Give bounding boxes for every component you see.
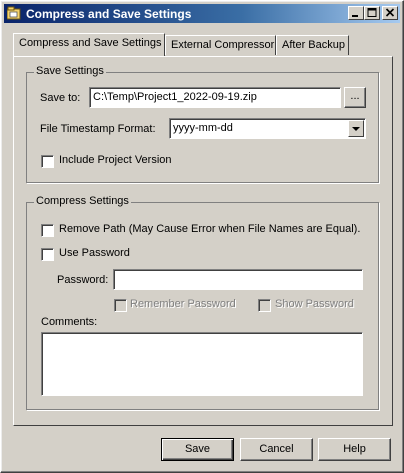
app-icon	[6, 6, 22, 20]
compress-settings-group: Compress Settings Remove Path (May Cause…	[26, 195, 379, 410]
show-password-checkbox[interactable]	[258, 299, 271, 312]
use-password-checkbox[interactable]	[41, 248, 54, 261]
dialog-window: Compress and Save Settings Compress and …	[0, 0, 404, 473]
remove-path-checkbox[interactable]	[41, 224, 54, 237]
browse-button[interactable]: ...	[344, 87, 366, 108]
tab-label: Compress and Save Settings	[19, 37, 162, 49]
save-to-label: Save to:	[40, 92, 81, 104]
close-button[interactable]	[382, 6, 398, 20]
include-version-checkbox[interactable]	[41, 155, 54, 168]
maximize-button[interactable]	[364, 6, 380, 20]
tab-compress-save-settings[interactable]: Compress and Save Settings	[13, 33, 165, 56]
save-to-input[interactable]: C:\Temp\Project1_2022-09-19.zip	[89, 87, 341, 108]
tab-external-compressor[interactable]: External Compressor	[165, 35, 276, 55]
cancel-button-label: Cancel	[259, 443, 294, 455]
save-button[interactable]: Save	[161, 438, 234, 461]
remember-password-checkbox[interactable]	[114, 299, 127, 312]
password-label: Password:	[57, 274, 109, 286]
save-button-label: Save	[184, 443, 211, 455]
help-button-label: Help	[343, 443, 366, 455]
tab-after-backup[interactable]: After Backup	[276, 35, 349, 55]
title-bar[interactable]: Compress and Save Settings	[4, 4, 400, 23]
password-input[interactable]	[113, 269, 363, 290]
help-button[interactable]: Help	[318, 438, 391, 461]
comments-textarea[interactable]	[41, 332, 363, 396]
compress-settings-legend: Compress Settings	[34, 195, 131, 207]
remove-path-label: Remove Path (May Cause Error when File N…	[59, 223, 361, 235]
show-password-label: Show Password	[275, 298, 354, 310]
tab-label: External Compressor	[171, 39, 275, 51]
minimize-button[interactable]	[348, 6, 364, 20]
timestamp-format-select[interactable]: yyyy-mm-dd	[169, 118, 366, 139]
comments-label: Comments:	[41, 316, 98, 328]
save-settings-group: Save Settings Save to: C:\Temp\Project1_…	[26, 65, 379, 183]
save-settings-legend: Save Settings	[34, 65, 106, 77]
cancel-button[interactable]: Cancel	[240, 438, 313, 461]
minimize-icon	[352, 15, 358, 17]
maximize-icon	[367, 8, 377, 17]
tab-label: After Backup	[282, 39, 345, 51]
chevron-down-icon	[352, 127, 360, 131]
close-icon	[385, 8, 395, 17]
include-version-label: Include Project Version	[59, 154, 172, 166]
timestamp-format-label: File Timestamp Format:	[40, 123, 156, 135]
timestamp-format-value: yyyy-mm-dd	[173, 122, 233, 134]
window-title: Compress and Save Settings	[26, 7, 192, 21]
save-to-value: C:\Temp\Project1_2022-09-19.zip	[93, 91, 257, 103]
browse-label: ...	[350, 90, 360, 102]
tab-panel: Save Settings Save to: C:\Temp\Project1_…	[13, 56, 393, 426]
use-password-label: Use Password	[59, 247, 130, 259]
dropdown-button[interactable]	[348, 120, 364, 137]
remember-password-label: Remember Password	[130, 298, 236, 310]
